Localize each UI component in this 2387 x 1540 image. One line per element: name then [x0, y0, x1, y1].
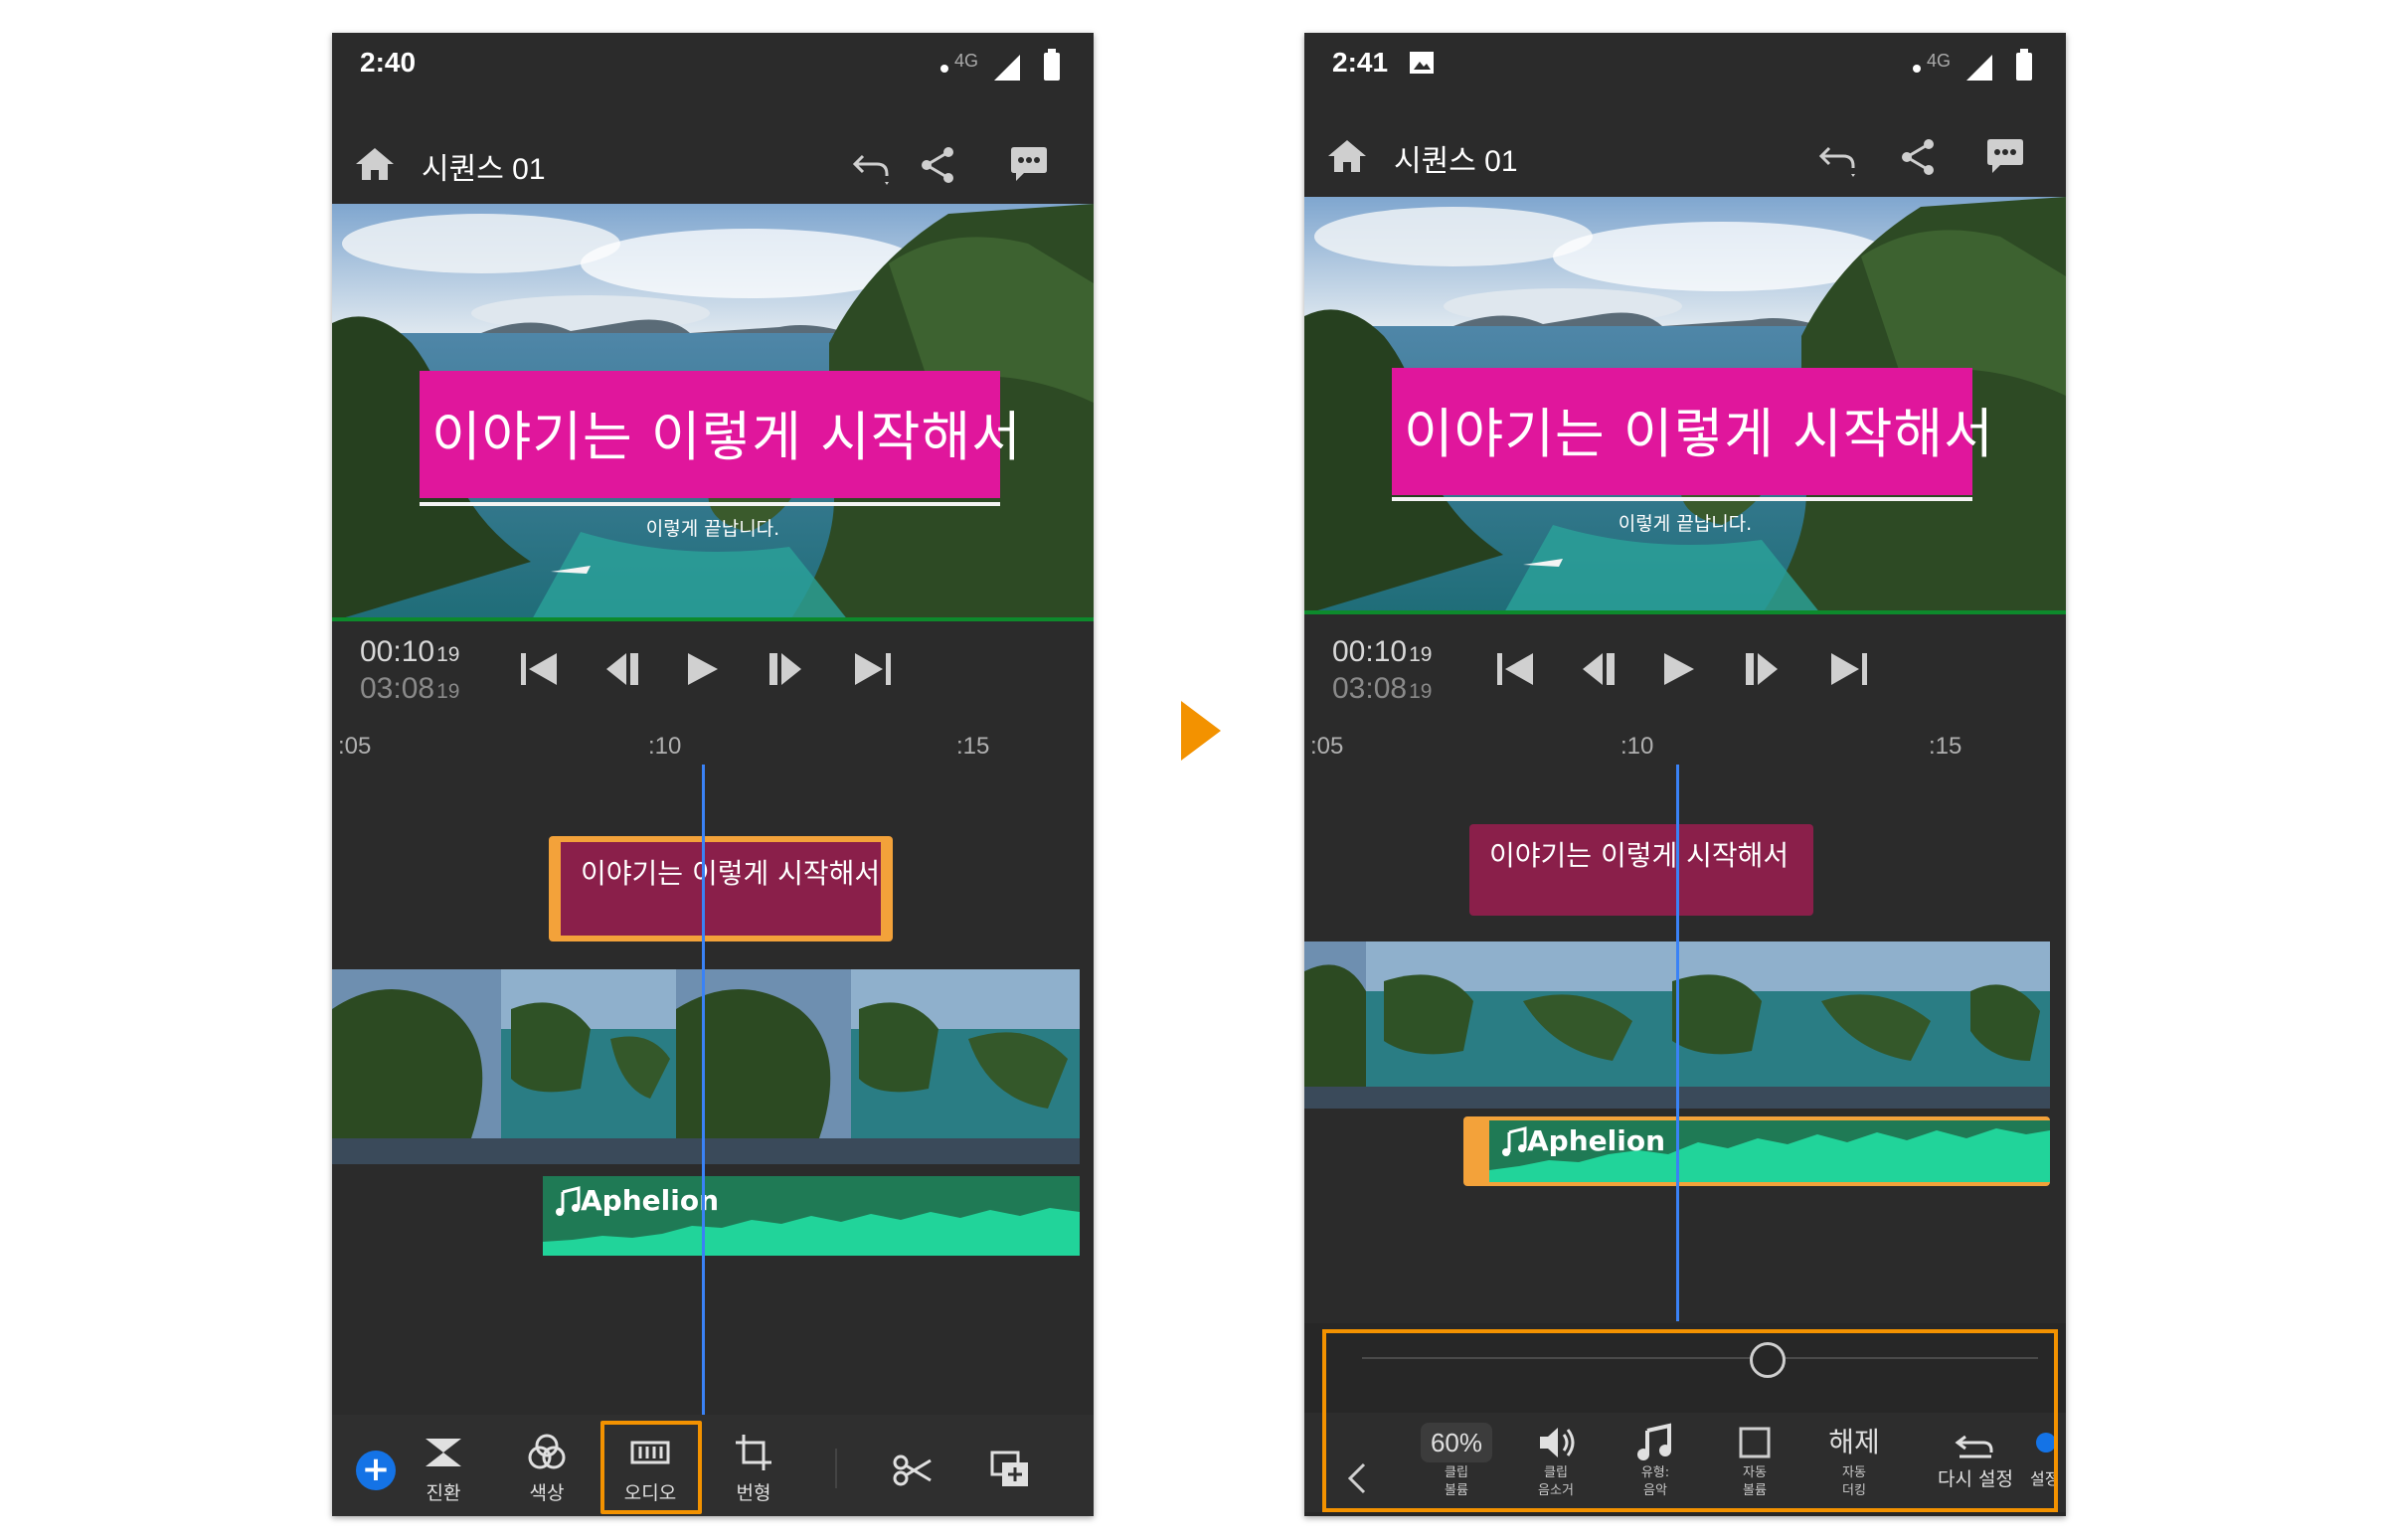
- ruler-tick: :05: [1310, 733, 1344, 760]
- status-time: 2:41: [1332, 47, 1389, 78]
- current-timecode: 00:1019: [360, 635, 460, 668]
- playhead[interactable]: [702, 765, 705, 1415]
- undo-icon[interactable]: [1815, 134, 1861, 180]
- ruler-tick: :15: [1929, 733, 1962, 760]
- ruler-tick: :15: [956, 733, 990, 760]
- next-step-arrow-icon: [1181, 701, 1221, 761]
- share-icon[interactable]: [1895, 134, 1941, 180]
- toolbar-divider: [835, 1449, 837, 1488]
- music-note-icon: [556, 1186, 581, 1216]
- video-thumbnails: [332, 969, 1080, 1164]
- transition-icon: [426, 1439, 461, 1466]
- home-icon[interactable]: [354, 144, 396, 184]
- skip-to-end-icon[interactable]: [855, 653, 891, 685]
- sequence-title: 시퀀스 01: [1394, 145, 1518, 178]
- toolbar-transition[interactable]: 진환: [394, 1425, 493, 1514]
- step-forward-icon[interactable]: [1746, 653, 1778, 685]
- audio-clip[interactable]: Aphelion: [1489, 1120, 2050, 1182]
- timeline-ruler[interactable]: :05 :10 :15: [332, 733, 1094, 763]
- sequence-title: 시퀀스 01: [422, 153, 546, 186]
- preview-border: [1304, 610, 2066, 614]
- phone-screen-before: 2:40 4G 시퀀스 01 이야기는 이렇게 시작해서 이렇게 끝납니다. 0…: [332, 33, 1094, 1516]
- share-icon[interactable]: [915, 142, 960, 188]
- title-overlay-text: 이야기는 이렇게 시작해서: [1404, 403, 1994, 465]
- timeline-ruler[interactable]: :05 :10 :15: [1304, 733, 2066, 763]
- phone-screen-after: 2:41 4G 시퀀스 01 이야기는 이렇게 시작해서 이렇게 끝납니다. 0…: [1304, 33, 2066, 1516]
- step-forward-icon[interactable]: [769, 653, 801, 685]
- title-clip[interactable]: 이야기는 이렇게 시작해서: [561, 842, 881, 936]
- skip-to-end-icon[interactable]: [1831, 653, 1867, 685]
- title-subtitle: 이렇게 끝납니다.: [1618, 513, 1753, 535]
- network-label: 4G: [954, 51, 978, 71]
- settings-panel-highlight: [1322, 1329, 2058, 1512]
- video-preview[interactable]: 이야기는 이렇게 시작해서 이렇게 끝납니다.: [1304, 197, 2066, 614]
- toolbar-color[interactable]: 색상: [497, 1425, 597, 1514]
- audio-clip-name: Aphelion: [581, 1184, 720, 1217]
- transport-controls: [521, 653, 891, 685]
- transport-controls: [1497, 653, 1867, 685]
- transform-icon: [736, 1435, 771, 1470]
- title-overlay-box[interactable]: 이야기는 이렇게 시작해서: [420, 371, 1021, 498]
- video-preview[interactable]: 이야기는 이렇게 시작해서 이렇게 끝납니다.: [332, 204, 1094, 621]
- ruler-tick: :10: [1620, 733, 1654, 760]
- app-bar: 시퀀스 01: [332, 120, 1094, 212]
- status-bar: 2:40 4G: [332, 33, 1094, 94]
- ruler-tick: :10: [648, 733, 682, 760]
- skip-to-start-icon[interactable]: [521, 653, 557, 685]
- step-back-icon[interactable]: [606, 653, 638, 685]
- skip-to-start-icon[interactable]: [1497, 653, 1533, 685]
- audio-clip-name: Aphelion: [1527, 1124, 1666, 1157]
- scissors-icon[interactable]: [891, 1449, 935, 1492]
- title-underline: [1392, 497, 1972, 501]
- title-overlay-box[interactable]: 이야기는 이렇게 시작해서: [1392, 368, 1993, 495]
- image-notification-icon: [1410, 52, 1434, 74]
- audio-tool-highlight: [600, 1421, 702, 1514]
- undo-icon[interactable]: [849, 142, 895, 188]
- duplicate-icon[interactable]: [988, 1449, 1032, 1492]
- home-icon[interactable]: [1326, 136, 1368, 176]
- title-overlay-text: 이야기는 이렇게 시작해서: [431, 406, 1022, 468]
- status-time: 2:40: [360, 47, 417, 78]
- title-subtitle: 이렇게 끝납니다.: [645, 518, 780, 540]
- bottom-toolbar: + 진환 색상 오디오 번형: [332, 1415, 1094, 1516]
- music-note-icon: [1502, 1126, 1527, 1156]
- video-clip-track[interactable]: [332, 969, 1080, 1164]
- network-label: 4G: [1927, 51, 1951, 71]
- comment-icon[interactable]: [1982, 134, 2028, 180]
- preview-border: [332, 617, 1094, 621]
- comment-icon[interactable]: [1006, 142, 1052, 188]
- playhead[interactable]: [1676, 765, 1679, 1321]
- duration-timecode: 03:0819: [1332, 672, 1433, 705]
- color-icon: [528, 1434, 566, 1469]
- title-underline: [420, 502, 1000, 506]
- title-clip[interactable]: 이야기는 이렇게 시작해서: [1469, 824, 1813, 916]
- ruler-tick: :05: [338, 733, 372, 760]
- play-icon[interactable]: [1664, 653, 1694, 685]
- play-icon[interactable]: [688, 653, 718, 685]
- add-media-button[interactable]: +: [356, 1451, 396, 1490]
- duration-timecode: 03:0819: [360, 672, 460, 705]
- status-bar: 2:41 4G: [1304, 33, 2066, 94]
- system-status-icons: 4G: [1913, 49, 2032, 81]
- toolbar-transform[interactable]: 번형: [704, 1425, 803, 1514]
- step-back-icon[interactable]: [1583, 653, 1615, 685]
- app-bar: 시퀀스 01: [1304, 112, 2066, 204]
- audio-clip[interactable]: Aphelion: [543, 1176, 1080, 1256]
- current-timecode: 00:1019: [1332, 635, 1433, 668]
- system-status-icons: 4G: [940, 49, 1060, 81]
